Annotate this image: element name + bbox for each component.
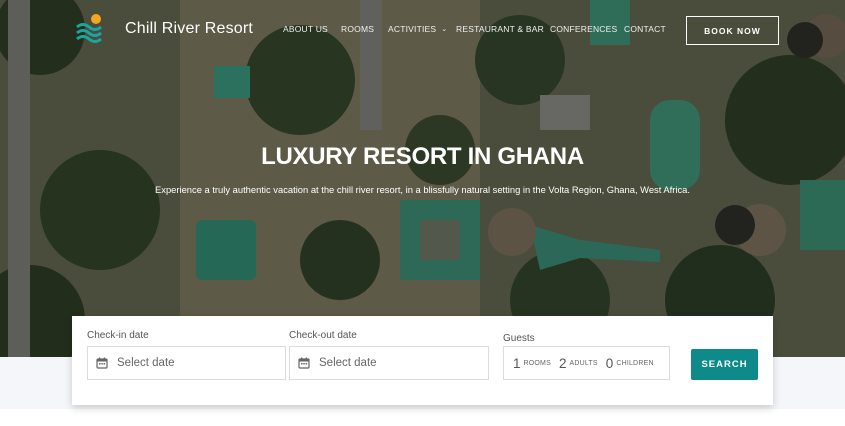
hero-overlay (0, 0, 845, 357)
guests-selector[interactable]: 1 ROOMS 2 ADULTS 0 CHILDREN (503, 346, 670, 380)
guests-label: Guests (503, 333, 535, 344)
checkin-placeholder: Select date (117, 357, 175, 369)
adults-count: 2 (558, 355, 567, 371)
booking-form: Check-in date Select date Check-out date… (72, 316, 773, 405)
brand-name[interactable]: Chill River Resort (125, 20, 253, 38)
hero-subtitle: Experience a truly authentic vacation at… (155, 184, 690, 195)
nav-restaurant-bar[interactable]: RESTAURANT & BAR (456, 24, 544, 34)
rooms-label: ROOMS (523, 359, 551, 367)
resort-logo-icon[interactable] (74, 10, 108, 44)
nav-rooms[interactable]: ROOMS (341, 24, 374, 34)
hero-section: Chill River Resort ABOUT US ROOMS ACTIVI… (0, 0, 845, 357)
children-count: 0 (605, 355, 614, 371)
nav-about-us[interactable]: ABOUT US (283, 24, 328, 34)
checkout-placeholder: Select date (319, 357, 377, 369)
search-button[interactable]: SEARCH (691, 349, 758, 380)
chevron-down-icon: ⌄ (441, 26, 448, 33)
children-label: CHILDREN (616, 359, 654, 367)
checkout-field[interactable]: Select date (289, 346, 489, 380)
checkout-label: Check-out date (289, 330, 357, 341)
nav-activities[interactable]: ACTIVITIES ⌄ (388, 24, 447, 34)
calendar-icon (298, 357, 310, 369)
book-now-button[interactable]: BOOK NOW (686, 16, 779, 45)
nav-activities-label: ACTIVITIES (388, 24, 437, 34)
nav-conferences[interactable]: CONFERENCES (550, 24, 617, 34)
checkin-label: Check-in date (87, 330, 149, 341)
checkin-field[interactable]: Select date (87, 346, 286, 380)
calendar-icon (96, 357, 108, 369)
hero-title: LUXURY RESORT IN GHANA (261, 143, 584, 170)
adults-label: ADULTS (569, 359, 598, 367)
rooms-count: 1 (513, 355, 521, 371)
nav-contact[interactable]: CONTACT (624, 24, 666, 34)
